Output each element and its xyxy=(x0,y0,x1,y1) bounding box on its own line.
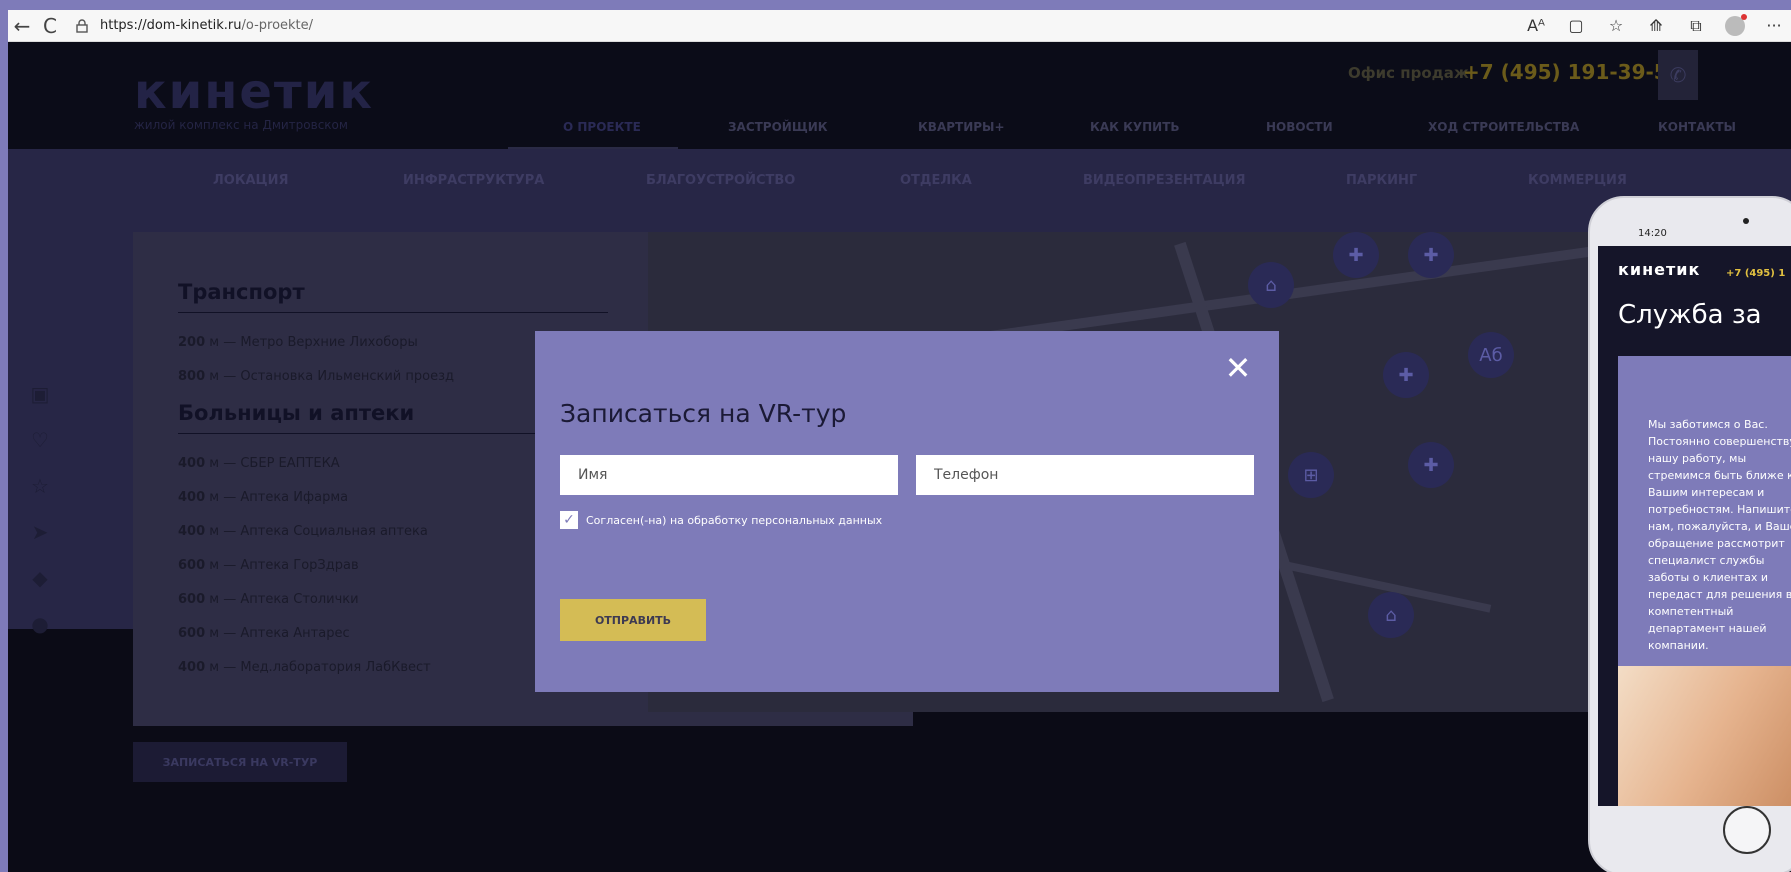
favorites-list-icon[interactable]: ⟰ xyxy=(1645,15,1667,37)
nav-kontakty[interactable]: КОНТАКТЫ xyxy=(1658,120,1736,134)
nav-o-proekte[interactable]: О ПРОЕКТЕ xyxy=(563,120,641,134)
map-poi-icon[interactable]: ⊞ xyxy=(1288,452,1334,498)
map-poi-icon[interactable]: ✚ xyxy=(1383,352,1429,398)
nav-zastroyshchik[interactable]: ЗАСТРОЙЩИК xyxy=(728,120,828,134)
url-path: /o-proekte/ xyxy=(241,18,314,33)
phone-icon: ✆ xyxy=(1669,63,1687,87)
camera-dot xyxy=(1743,218,1749,224)
star-icon[interactable]: ☆ xyxy=(28,474,52,498)
office-label: Офис продаж xyxy=(1348,64,1469,82)
vk-icon[interactable]: ◆ xyxy=(28,566,52,590)
consent-checkbox[interactable]: ✓ xyxy=(560,511,578,529)
modal-title: Записаться на VR-тур xyxy=(560,399,847,428)
site-header: кинетик жилой комплекс на Дмитровском Оф… xyxy=(8,42,1791,149)
browser-toolbar: ← C https://dom-kinetik.ru/o-proekte/ Aᴬ… xyxy=(8,10,1791,42)
vr-tour-modal: ✕ Записаться на VR-тур ✓ Согласен(-на) н… xyxy=(535,331,1279,692)
phone-mock-number: +7 (495) 1 xyxy=(1726,268,1786,279)
logo-text: кинетик xyxy=(134,64,374,120)
consent-label: Согласен(-на) на обработку персональных … xyxy=(586,513,883,527)
side-icons: ▣ ♡ ☆ ➤ ◆ ● xyxy=(28,382,68,636)
nav-hod-stroitelstva[interactable]: ХОД СТРОИТЕЛЬСТВА xyxy=(1428,120,1579,134)
nav-kvartiry[interactable]: КВАРТИРЫ+ xyxy=(918,120,1005,134)
address-bar[interactable]: https://dom-kinetik.ru/o-proekte/ xyxy=(74,13,1454,39)
url-host: https://dom-kinetik.ru xyxy=(100,18,242,33)
map-poi-icon[interactable]: ✚ xyxy=(1408,232,1454,278)
phone-body-text: Мы заботимся о Вас. Постоянно совершенст… xyxy=(1648,418,1791,652)
home-button xyxy=(1723,806,1771,854)
subnav-lokaciya[interactable]: ЛОКАЦИЯ xyxy=(213,173,289,188)
back-icon[interactable]: ← xyxy=(8,12,36,40)
submit-button[interactable]: ОТПРАВИТЬ xyxy=(560,599,706,641)
subnav-blagoustroystvo[interactable]: БЛАГОУСТРОЙСТВО xyxy=(646,173,795,188)
subnav-otdelka[interactable]: ОТДЕЛКА xyxy=(900,173,972,188)
phone-status-time: 14:20 xyxy=(1638,228,1667,239)
nav-kak-kupit[interactable]: КАК КУПИТЬ xyxy=(1090,120,1180,134)
phone-mockup: 14:20 кинетик +7 (495) 1 Служба за Мы за… xyxy=(1588,196,1791,872)
divider xyxy=(178,312,608,313)
phone-input[interactable] xyxy=(916,455,1254,495)
more-icon[interactable]: ··· xyxy=(1763,15,1785,37)
vr-tour-button[interactable]: ЗАПИСАТЬСЯ НА VR-ТУР xyxy=(133,742,347,782)
map-poi-icon[interactable]: Аб xyxy=(1468,332,1514,378)
lock-icon xyxy=(74,18,90,34)
name-input[interactable] xyxy=(560,455,898,495)
heart-icon[interactable]: ♡ xyxy=(28,428,52,452)
phone-title: Служба за xyxy=(1618,300,1762,330)
map-poi-icon[interactable]: ✚ xyxy=(1333,232,1379,278)
map-poi-icon[interactable]: ✚ xyxy=(1408,442,1454,488)
map-poi-icon[interactable]: ⌂ xyxy=(1368,592,1414,638)
subnav-kommerciya[interactable]: КОММЕРЦИЯ xyxy=(1528,173,1627,188)
call-button[interactable]: ✆ xyxy=(1658,50,1698,100)
subnav-parking[interactable]: ПАРКИНГ xyxy=(1346,173,1417,188)
collections-icon[interactable]: ⧉ xyxy=(1685,15,1707,37)
subnav-videoprezentaciya[interactable]: ВИДЕОПРЕЗЕНТАЦИЯ xyxy=(1083,173,1245,188)
subnav-infrastruktura[interactable]: ИНФРАСТРУКТУРА xyxy=(403,173,544,188)
phone-photo xyxy=(1618,666,1791,806)
transport-heading: Транспорт xyxy=(178,280,305,304)
close-icon[interactable]: ✕ xyxy=(1223,352,1253,385)
consent-row: ✓ Согласен(-на) на обработку персональны… xyxy=(560,511,882,529)
whatsapp-icon[interactable]: ● xyxy=(28,612,52,636)
nav-novosti[interactable]: НОВОСТИ xyxy=(1266,120,1333,134)
map-poi-icon[interactable]: ⌂ xyxy=(1248,262,1294,308)
read-aloud-icon[interactable]: Aᴬ xyxy=(1525,15,1547,37)
telegram-icon[interactable]: ➤ xyxy=(28,520,52,544)
phone-logo: кинетик xyxy=(1618,260,1701,279)
header-phone[interactable]: +7 (495) 191-39-58 xyxy=(1463,60,1682,84)
profile-avatar[interactable] xyxy=(1725,13,1747,36)
phone-screen: кинетик +7 (495) 1 Служба за Мы заботимс… xyxy=(1598,246,1791,806)
reload-icon[interactable]: C xyxy=(36,12,64,40)
reader-view-icon[interactable]: ▢ xyxy=(1565,15,1587,37)
main-nav: О ПРОЕКТЕ ЗАСТРОЙЩИК КВАРТИРЫ+ КАК КУПИТ… xyxy=(8,114,1791,149)
favorite-star-icon[interactable]: ☆ xyxy=(1605,15,1627,37)
gallery-icon[interactable]: ▣ xyxy=(28,382,52,406)
browser-icons: Aᴬ ▢ ☆ ⟰ ⧉ ··· xyxy=(1525,13,1791,37)
